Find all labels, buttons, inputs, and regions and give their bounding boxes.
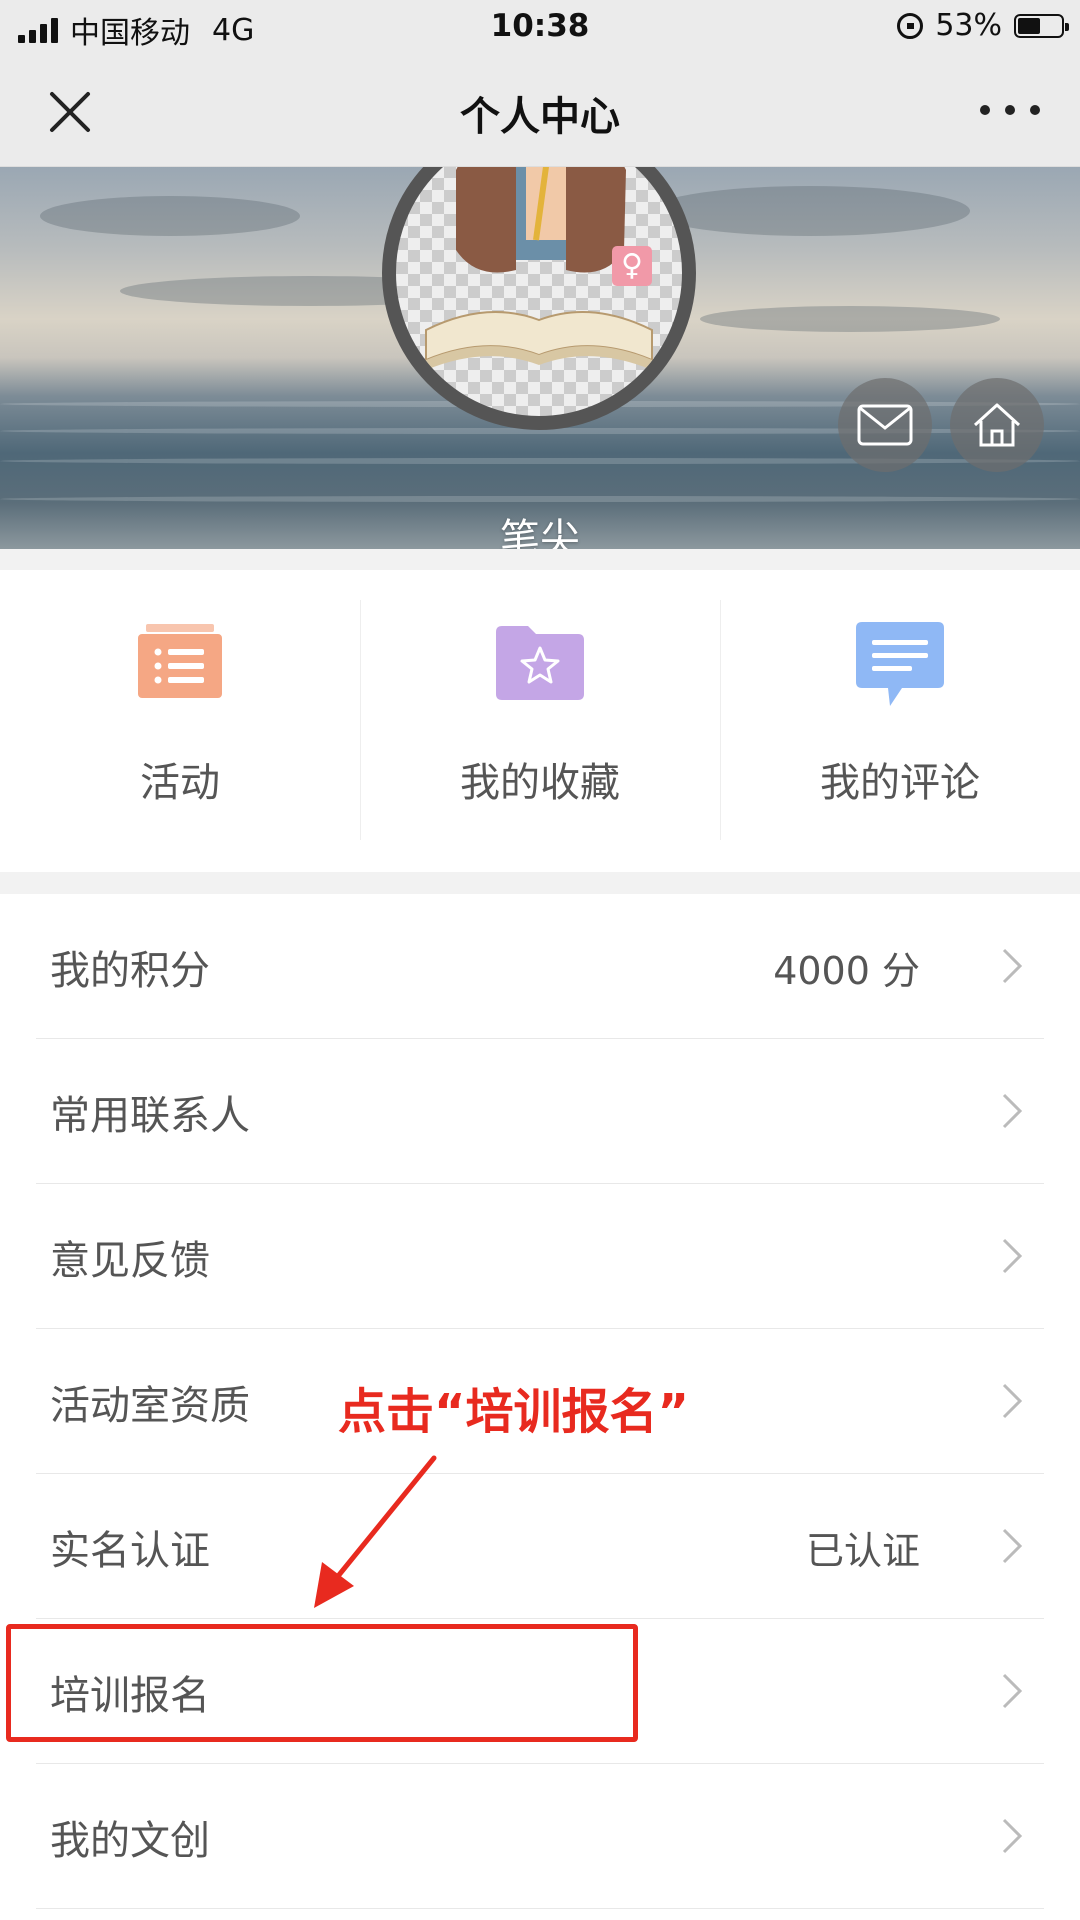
username: 笔尖 [500,516,580,549]
page-title: 个人中心 [460,94,620,140]
menu-item-label: 活动室资质 [50,1383,250,1429]
status-bar: 中国移动 4G 10:38 53% [0,0,1080,54]
gender-female-icon: ♀ [612,246,652,286]
tile-comments-label: 我的评论 [820,760,980,806]
menu-item-feedback[interactable]: 意见反馈 [0,1184,1080,1329]
tile-activity[interactable]: 活动 [0,570,360,872]
envelope-icon [857,404,913,446]
more-icon [980,105,990,115]
chevron-right-icon [1002,948,1023,984]
tile-favorites-label: 我的收藏 [460,760,620,806]
battery-percent: 53% [935,8,1002,43]
avatar-illustration [425,166,653,370]
comment-bubble-icon [856,622,944,706]
quick-tiles: 活动 我的收藏 我的评论 [0,570,1080,872]
close-button[interactable] [42,84,98,140]
chevron-right-icon [1002,1673,1023,1709]
activity-list-icon [138,624,222,698]
menu-item-creative[interactable]: 我的文创 [0,1764,1080,1909]
verification-status: 已认证 [805,1529,920,1573]
annotation-arrow-icon [314,1455,437,1608]
chevron-right-icon [1002,1093,1023,1129]
home-icon [973,403,1021,447]
more-button[interactable] [980,90,1040,130]
rotation-lock-icon [897,12,924,39]
menu-item-label: 意见反馈 [50,1238,210,1284]
chevron-right-icon [1002,1383,1023,1419]
message-button[interactable] [838,378,932,472]
battery-icon [1014,13,1069,38]
points-value: 4000 分 [773,949,920,993]
status-right: 53% [897,8,1069,43]
chevron-right-icon [1002,1818,1023,1854]
annotation-highlight-box [6,1624,638,1742]
menu-item-label: 实名认证 [50,1528,210,1574]
tile-activity-label: 活动 [140,760,220,806]
close-icon [50,92,90,132]
menu-item-points[interactable]: 我的积分 4000 分 [0,894,1080,1039]
chevron-right-icon [1002,1528,1023,1564]
profile-banner: ♀ 笔尖 [0,166,1080,549]
favorite-folder-icon [496,626,584,700]
menu-item-label: 我的积分 [50,948,210,994]
menu-item-label: 常用联系人 [50,1093,250,1139]
chevron-right-icon [1002,1238,1023,1274]
nav-bar: 个人中心 [0,54,1080,167]
avatar[interactable] [382,166,696,430]
tile-comments[interactable]: 我的评论 [720,570,1080,872]
tile-favorites[interactable]: 我的收藏 [360,570,720,872]
menu-item-verification[interactable]: 实名认证 已认证 [0,1474,1080,1619]
home-button[interactable] [950,378,1044,472]
menu-item-label: 我的文创 [50,1818,210,1864]
annotation-text: 点击“培训报名” [338,1384,690,1440]
menu-item-contacts[interactable]: 常用联系人 [0,1039,1080,1184]
